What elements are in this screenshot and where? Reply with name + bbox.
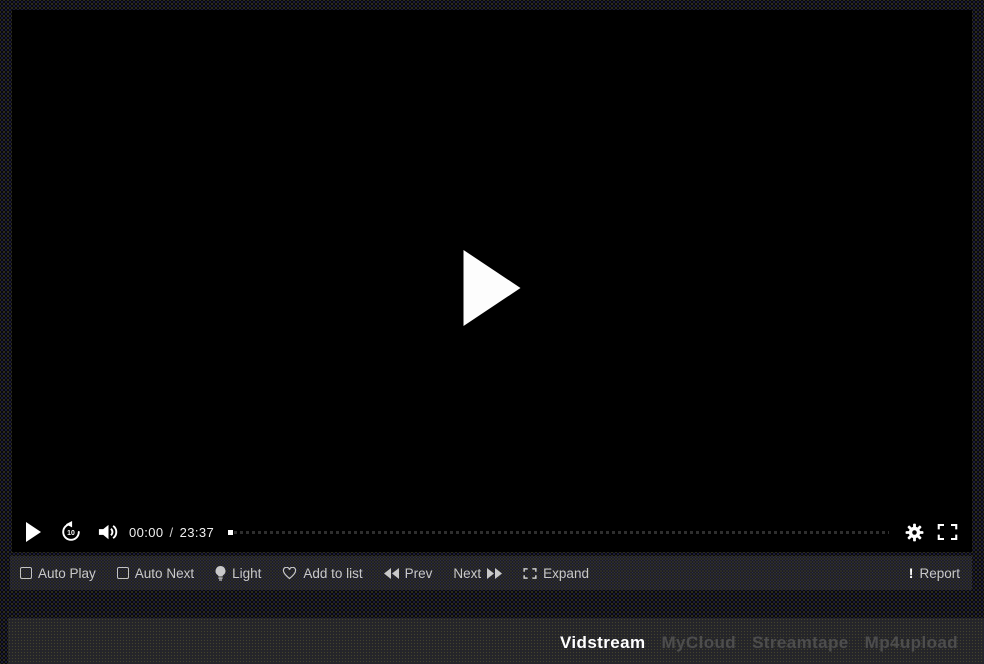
auto-next-label: Auto Next [135,566,194,581]
expand-button[interactable]: Expand [523,566,589,581]
playhead-dot[interactable] [228,530,233,535]
heart-icon [282,567,297,580]
play-button[interactable] [26,522,41,542]
report-label: Report [919,566,960,581]
server-mycloud[interactable]: MyCloud [661,633,736,653]
lightbulb-icon [215,566,226,581]
video-player[interactable]: 10 00:00 / 23:37 [12,10,972,552]
server-streamtape[interactable]: Streamtape [752,633,849,653]
rewind-10-icon: 10 [60,521,82,543]
big-play-icon[interactable] [464,250,521,326]
volume-icon [97,522,120,542]
volume-button[interactable] [97,522,120,542]
rewind-10-button[interactable]: 10 [60,521,82,543]
page-background: 10 00:00 / 23:37 [0,0,984,664]
fullscreen-icon [937,523,958,541]
rewind-seconds-label: 10 [67,530,75,537]
prev-icon [384,568,399,579]
server-panel: Vidstream MyCloud Streamtape Mp4upload [8,618,984,664]
auto-play-label: Auto Play [38,566,96,581]
server-mp4upload[interactable]: Mp4upload [865,633,958,653]
settings-button[interactable] [905,523,924,542]
player-toolbar: Auto Play Auto Next Light Add to list [10,556,972,590]
checkbox-icon [20,567,32,579]
expand-icon [523,567,537,580]
progress-bar[interactable] [228,531,889,534]
current-time: 00:00 [129,525,164,540]
exclamation-icon: ! [909,566,914,580]
player-controls: 10 00:00 / 23:37 [12,512,972,552]
time-separator: / [170,525,174,540]
play-icon [26,522,41,542]
light-label: Light [232,566,261,581]
add-to-list-label: Add to list [303,566,362,581]
add-to-list-button[interactable]: Add to list [282,566,362,581]
fullscreen-button[interactable] [937,523,958,541]
gear-icon [905,523,924,542]
prev-label: Prev [405,566,433,581]
prev-episode-button[interactable]: Prev [384,566,433,581]
auto-next-toggle[interactable]: Auto Next [117,566,194,581]
time-display: 00:00 / 23:37 [129,525,214,540]
expand-label: Expand [543,566,589,581]
next-icon [487,568,502,579]
light-toggle[interactable]: Light [215,566,261,581]
report-button[interactable]: ! Report [909,566,960,581]
checkbox-icon [117,567,129,579]
next-episode-button[interactable]: Next [453,566,502,581]
server-vidstream[interactable]: Vidstream [560,633,646,653]
auto-play-toggle[interactable]: Auto Play [20,566,96,581]
next-label: Next [453,566,481,581]
duration: 23:37 [180,525,215,540]
